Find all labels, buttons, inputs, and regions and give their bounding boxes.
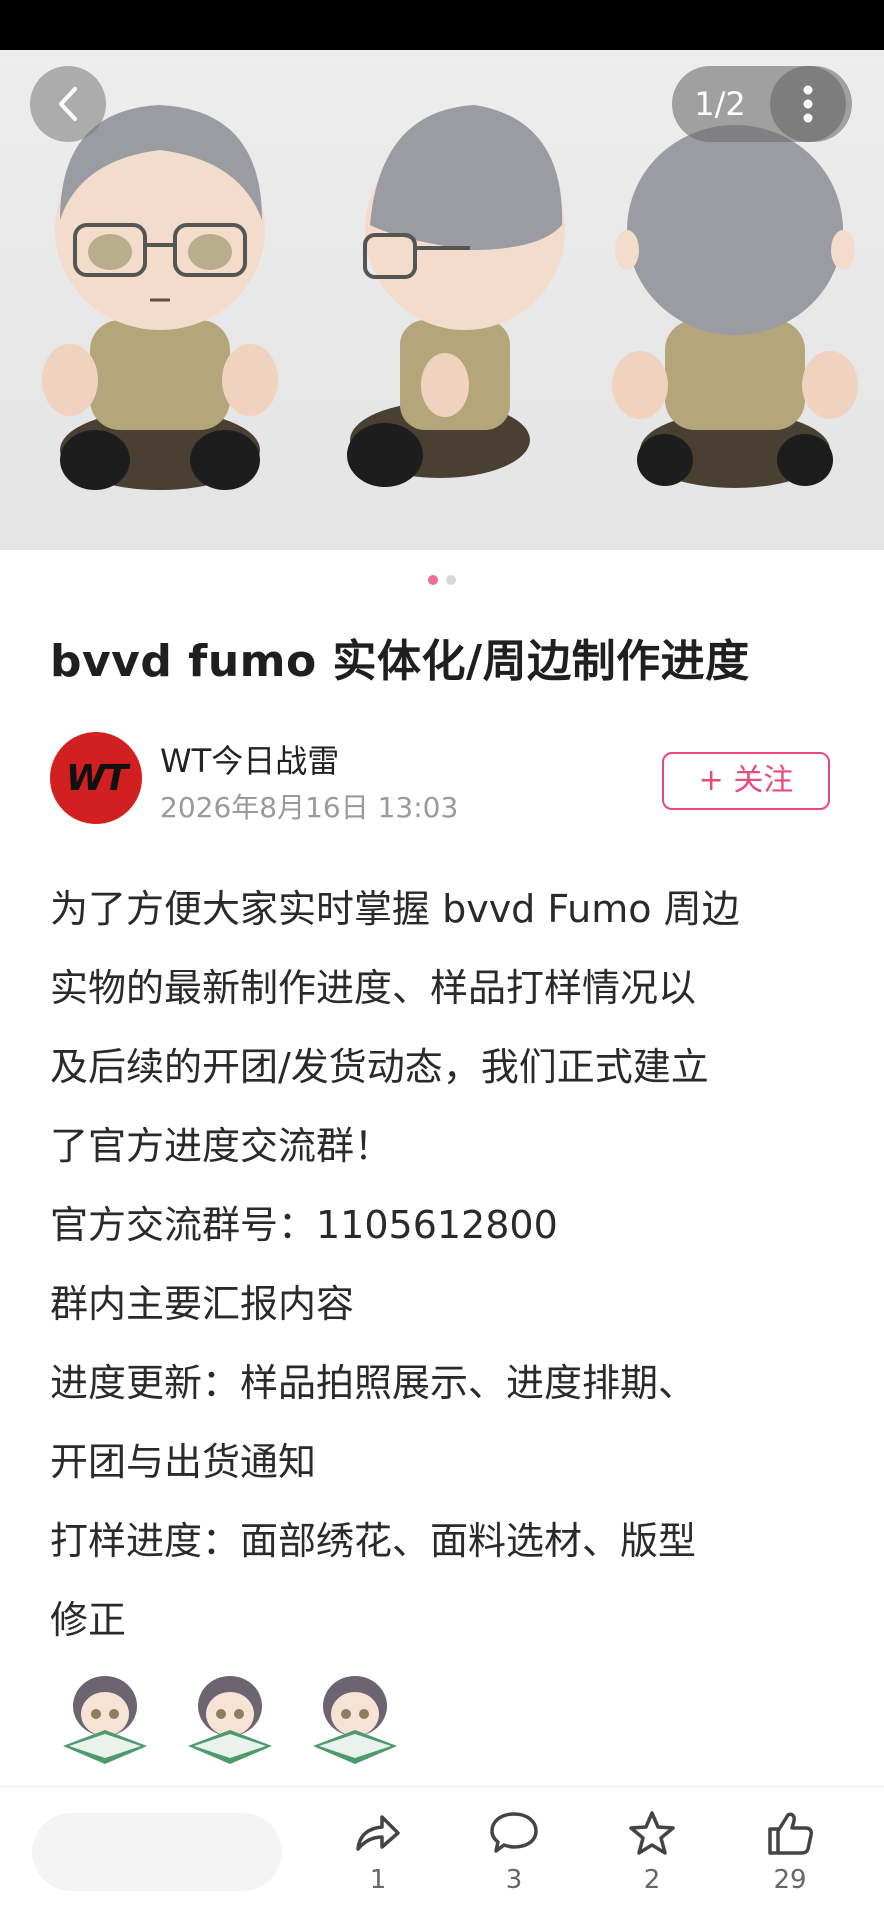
sticker-row bbox=[55, 1668, 405, 1768]
body-line: 了官方进度交流群！ bbox=[50, 1124, 393, 1168]
gallery-page-indicator bbox=[0, 575, 884, 589]
body-line: 为了方便大家实时掌握 bvvd Fumo 周边 bbox=[50, 887, 740, 931]
body-line: 进度更新：样品拍照展示、进度排期、 bbox=[50, 1361, 697, 1405]
image-counter-pill: 1/2 bbox=[672, 66, 852, 142]
body-line: 实物的最新制作进度、样品打样情况以 bbox=[50, 966, 697, 1010]
image-counter: 1/2 bbox=[694, 85, 746, 123]
favorite-count: 2 bbox=[643, 1865, 661, 1895]
share-count: 1 bbox=[369, 1865, 387, 1895]
body-line: 开团与出货通知 bbox=[50, 1440, 317, 1484]
anime-reading-sticker bbox=[63, 1676, 147, 1764]
body-line: 打样进度：面部绣花、面料选材、版型 bbox=[50, 1519, 697, 1563]
avatar-logo-text: WT bbox=[65, 757, 128, 799]
page-dot bbox=[446, 575, 456, 585]
post-date: 2026年8月16日 13:03 bbox=[160, 791, 459, 824]
body-line: 群内主要汇报内容 bbox=[50, 1282, 355, 1326]
more-vertical-icon bbox=[803, 85, 813, 123]
share-icon bbox=[356, 1815, 400, 1851]
like-count: 29 bbox=[773, 1865, 807, 1895]
page-dot-active bbox=[428, 575, 438, 585]
body-line: 修正 bbox=[50, 1598, 127, 1642]
thumbs-up-icon bbox=[768, 1812, 813, 1855]
post-body: 为了方便大家实时掌握 bvvd Fumo 周边 实物的最新制作进度、样品打样情况… bbox=[50, 870, 840, 1660]
star-icon bbox=[629, 1811, 675, 1855]
post-title: bvvd fumo 实体化/周边制作进度 bbox=[50, 636, 750, 687]
comment-button[interactable]: 3 bbox=[474, 1809, 554, 1895]
share-button[interactable]: 1 bbox=[338, 1809, 418, 1895]
author-avatar[interactable]: WT bbox=[50, 732, 142, 824]
comment-input[interactable] bbox=[32, 1813, 282, 1891]
back-button[interactable] bbox=[30, 66, 106, 142]
favorite-button[interactable]: 2 bbox=[612, 1809, 692, 1895]
more-button[interactable] bbox=[770, 66, 846, 142]
comment-count: 3 bbox=[505, 1865, 523, 1895]
comment-icon bbox=[490, 1812, 538, 1853]
author-name[interactable]: WT今日战雷 bbox=[160, 736, 339, 782]
body-line: 及后续的开团/发货动态，我们正式建立 bbox=[50, 1045, 709, 1089]
bottom-action-bar: 1 3 2 29 bbox=[0, 1786, 884, 1921]
anime-reading-sticker bbox=[313, 1676, 397, 1764]
follow-button[interactable]: + 关注 bbox=[662, 752, 830, 810]
status-bar bbox=[0, 0, 884, 50]
body-line: 官方交流群号：1105612800 bbox=[50, 1203, 558, 1247]
chevron-left-icon bbox=[59, 87, 77, 121]
anime-reading-sticker bbox=[188, 1676, 272, 1764]
like-button[interactable]: 29 bbox=[750, 1809, 830, 1895]
